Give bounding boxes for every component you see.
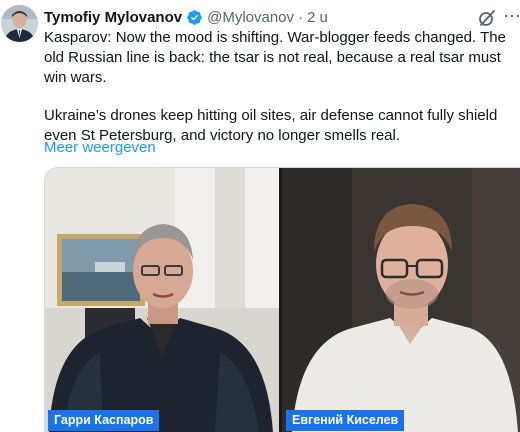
tweet-text: Kasparov: Now the mood is shifting. War-… — [44, 28, 518, 146]
speaker-name-tag-left: Гарри Каспаров — [48, 410, 160, 431]
tweet-header: Tymofiy Mylovanov @Mylovanov · 2 u — [44, 6, 328, 28]
separator: · — [298, 8, 304, 26]
grok-icon[interactable] — [478, 9, 496, 27]
tweet-paragraph: Kasparov: Now the mood is shifting. War-… — [44, 29, 506, 86]
show-more-link[interactable]: Meer weergeven — [44, 139, 156, 156]
video-media[interactable]: Гарри Каспаров Евгений Киселев — [44, 167, 520, 432]
tweet[interactable]: Tymofiy Mylovanov @Mylovanov · 2 u ⋯ Kas… — [0, 0, 520, 432]
display-name[interactable]: Tymofiy Mylovanov — [44, 9, 182, 26]
speaker-left-image — [45, 168, 279, 432]
handle[interactable]: @Mylovanov — [207, 9, 294, 26]
video-panel-right: Евгений Киселев — [282, 168, 520, 432]
timestamp[interactable]: 2 u — [307, 9, 328, 26]
speaker-name-tag-right: Евгений Киселев — [286, 410, 405, 431]
verified-badge-icon — [186, 9, 203, 26]
more-options-icon[interactable]: ⋯ — [503, 7, 520, 25]
video-panel-left: Гарри Каспаров — [45, 168, 279, 432]
speaker-right-image — [282, 168, 520, 432]
avatar[interactable] — [1, 5, 38, 42]
